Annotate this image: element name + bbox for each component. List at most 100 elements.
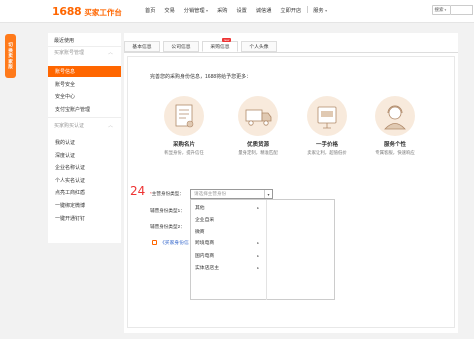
nav-item-label: 服务 [313,8,324,14]
badge-char: 版 [8,64,13,70]
chevron-right-icon: ▸ [257,265,259,270]
feature-card: 优质货源 量身定制，精准匹配 [233,96,283,156]
dropdown-option-label: 跨境电商 [195,241,215,246]
sidebar-group-label: 买家购买认证 [54,122,85,129]
chevron-down-icon: ▾ [206,8,209,13]
feature-title: 一手价格 [315,142,338,148]
sidebar-group-auth[interactable]: 买家购买认证 ︿ [48,120,121,130]
search-input[interactable] [451,5,473,15]
nav-item-label: 分销管理 [183,8,205,14]
sidebar-group-account[interactable]: 买家账号管理 ︿ [48,47,121,57]
logo[interactable]: 1688 买家工作台 [52,5,122,18]
business-card-icon [164,96,204,136]
feature-desc: 专属客服，快速响应 [375,150,415,155]
identity-label: *主营身份类型： [150,191,184,197]
nav-item[interactable]: 采购 [217,7,227,14]
nav-item[interactable]: 分销管理 ▾ [184,7,208,14]
sidebar-item[interactable]: 支付宝账户管理 [48,104,121,115]
nav-item-label: 设置 [236,8,247,14]
aux-identity-label-2: 辅营身份类型2： [150,224,185,229]
chevron-down-icon: ▾ [444,8,447,12]
sidebar-item[interactable]: 点亮工商红盾 [48,187,121,198]
new-badge: new [222,38,231,42]
agreement-link[interactable]: 《买家身份信 [160,239,189,246]
sidebar-item[interactable]: 个人实名认证 [48,175,121,186]
sidebar-recent[interactable]: 最近使用 [48,35,121,45]
sidebar-item[interactable]: 安全中心 [48,91,121,102]
dropdown-option-label: 微商 [195,230,205,235]
nav-item-label: 采购 [217,8,228,14]
sidebar-item[interactable]: 账号信息 [48,66,121,77]
dropdown-option[interactable]: 其他 ▸ [195,203,261,212]
feature-card: 采购名片 彰显身份，提升信任 [159,96,209,156]
aux-identity-label-1: 辅营身份类型1： [150,208,185,213]
tab-label: 基本信息 [132,45,152,50]
feature-card: 一手价格 卖家让利，超值低价 [302,96,352,156]
nav-item[interactable]: 交易 [164,7,174,14]
dropdown-option-label: 企业自采 [195,218,215,223]
agreement-checkbox[interactable] [152,240,157,245]
nav-item[interactable]: 服务 ▾ [313,7,327,14]
truck-icon [238,96,278,136]
switch-seller-badge[interactable]: 切换卖家版 [5,34,16,78]
identity-select-value: 请选择主营身份 [194,191,227,196]
tab-label: 采购信息 [210,45,230,50]
nav-item-label: 交易 [164,8,175,14]
nav-divider [307,6,309,13]
top-nav: 首页 交易 分销管理 ▾ 采购 设置 诚信通 立即开店 服务 ▾ [145,6,336,14]
chevron-right-icon: ▸ [257,240,259,245]
tab[interactable]: 采购信息 new [202,38,238,52]
tab[interactable]: 个人头像 [241,41,277,52]
feature-title: 服务个性 [383,142,406,148]
nav-item-label: 首页 [145,8,156,14]
nav-item[interactable]: 诚信通 [256,7,272,14]
dropdown-option[interactable]: 实体店店主 ▸ [195,263,261,272]
tab-label: 个人头像 [249,45,269,50]
sidebar-item[interactable]: 账号安全 [48,79,121,90]
feature-desc: 彰显身份，提升信任 [164,150,204,155]
chevron-right-icon: ▸ [257,253,259,258]
tab-label: 公司信息 [171,45,191,50]
chevron-up-icon: ︿ [107,122,113,129]
sidebar-item[interactable]: 我的认证 [48,137,121,148]
nav-item[interactable]: 立即开店 [280,7,301,14]
feature-desc: 量身定制，精准匹配 [238,150,278,155]
tab-divider [124,52,458,53]
price-tag-icon [307,96,347,136]
sidebar-item[interactable]: 一键绑定微博 [48,200,121,211]
dropdown-option-label: 实体店店主 [195,266,219,271]
top-bar: 1688 买家工作台 首页 交易 分销管理 ▾ 采购 设置 诚信通 立即开店 服务 ▾ 搜索 ▾ [0,0,474,23]
sidebar: 最近使用 买家账号管理 ︿ 账号信息账号安全 安全中心支付宝账户管理 买家购买认证… [48,33,121,243]
dropdown-option-label: 其他 [195,206,205,211]
sidebar-group-label: 买家账号管理 [54,49,85,56]
nav-item[interactable]: 首页 [145,7,155,14]
dropdown-option[interactable]: 企业自采 [195,215,261,224]
sidebar-item[interactable]: 企业名称认证 [48,162,121,173]
sidebar-item[interactable]: 深度认证 [48,150,121,161]
dropdown-divider [266,200,267,300]
logo-title: 买家工作台 [84,8,122,17]
feature-card: 服务个性 专属客服，快速响应 [370,96,420,156]
chevron-right-icon: ▸ [257,205,259,210]
chevron-up-icon: ︿ [107,49,113,56]
sidebar-item[interactable]: 一键开通钉钉 [48,213,121,224]
nav-item[interactable]: 设置 [236,7,246,14]
dropdown-option[interactable]: 跨境电商 ▸ [195,238,261,247]
identity-label-text: 主营身份类型： [151,191,184,196]
feature-title: 采购名片 [172,142,195,148]
chevron-down-icon: ▾ [325,8,328,13]
search-scope-label: 搜索 [434,7,444,12]
search-scope-select[interactable]: 搜索 ▾ [432,5,451,15]
identity-dropdown: 其他 ▸ 企业自采 微商 跨境电商 ▸ 国内电商 ▸ 实体店店主 ▸ [190,199,335,300]
step-marker: 24 [130,184,146,198]
tab[interactable]: 基本信息 [124,41,160,52]
intro-text: 完善您的采购身份信息，1688将给予您更多： [150,74,252,80]
feature-title: 优质货源 [246,142,269,148]
tab[interactable]: 公司信息 [163,41,199,52]
dropdown-option[interactable]: 国内电商 ▸ [195,251,261,260]
sidebar-divider [48,117,121,118]
nav-item-label: 诚信通 [255,8,272,14]
identity-select[interactable]: 请选择主营身份 ▾ [190,189,273,199]
dropdown-option[interactable]: 微商 [195,227,261,236]
customer-service-icon [375,96,415,136]
